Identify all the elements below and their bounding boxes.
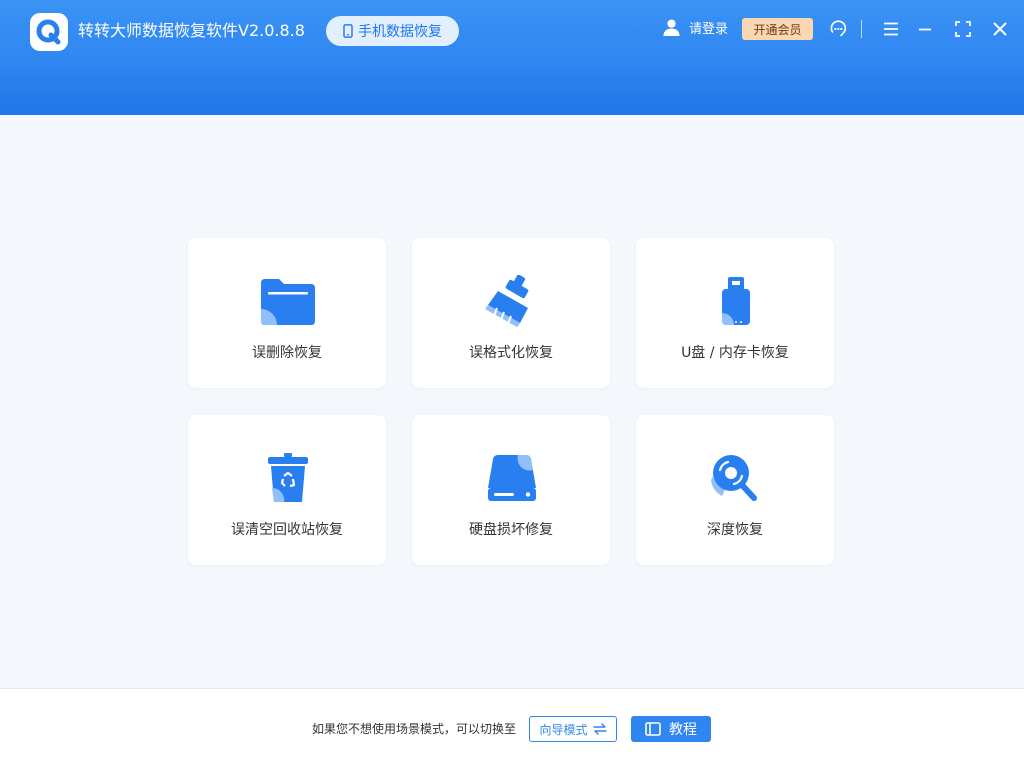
card-label: 误删除恢复 — [252, 345, 322, 361]
card-label: 深度恢复 — [707, 522, 763, 538]
card-label: 误格式化恢复 — [469, 345, 553, 361]
card-label: 硬盘损坏修复 — [469, 522, 553, 538]
title-bar-divider — [861, 20, 862, 38]
guide-mode-button[interactable]: 向导模式 — [529, 716, 617, 742]
book-icon — [645, 722, 661, 736]
tutorial-label: 教程 — [669, 722, 697, 738]
support-icon[interactable] — [827, 18, 849, 40]
phone-icon — [343, 24, 353, 38]
hard-disk-icon — [484, 452, 540, 504]
login-button[interactable]: 请登录 — [662, 18, 728, 37]
folder-icon — [260, 275, 316, 327]
close-icon[interactable] — [989, 18, 1011, 40]
switch-arrows-icon — [592, 723, 607, 735]
app-title: 转转大师数据恢复软件V2.0.8.8 — [78, 21, 305, 40]
card-deep-recovery[interactable]: 深度恢复 — [636, 415, 834, 565]
card-recycle-bin-recovery[interactable]: 误清空回收站恢复 — [188, 415, 386, 565]
card-deleted-recovery[interactable]: 误删除恢复 — [188, 238, 386, 388]
app-logo-icon — [30, 13, 68, 51]
recovery-mode-grid: 误删除恢复 误格式化恢复 U盘 / 内存卡恢复 误清空回收站恢复 硬盘损坏修复 … — [188, 238, 834, 565]
card-format-recovery[interactable]: 误格式化恢复 — [412, 238, 610, 388]
mobile-data-recovery-button[interactable]: 手机数据恢复 — [326, 16, 459, 46]
card-label: U盘 / 内存卡恢复 — [681, 345, 789, 361]
card-usb-sdcard-recovery[interactable]: U盘 / 内存卡恢复 — [636, 238, 834, 388]
tutorial-button[interactable]: 教程 — [631, 716, 711, 742]
footer-bar: 如果您不想使用场景模式，可以切换至 向导模式 教程 — [0, 688, 1024, 768]
menu-icon[interactable] — [880, 18, 902, 40]
mobile-data-recovery-label: 手机数据恢复 — [358, 24, 442, 40]
card-label: 误清空回收站恢复 — [231, 522, 343, 538]
usb-drive-icon — [708, 275, 764, 327]
login-label: 请登录 — [689, 22, 729, 37]
minimize-icon[interactable] — [914, 18, 936, 40]
deep-scan-icon — [708, 452, 764, 504]
guide-mode-label: 向导模式 — [539, 722, 588, 737]
title-bar: 转转大师数据恢复软件V2.0.8.8 手机数据恢复 请登录 开通会员 — [0, 0, 1024, 115]
vip-button[interactable]: 开通会员 — [742, 18, 813, 40]
switch-mode-hint: 如果您不想使用场景模式，可以切换至 — [312, 722, 517, 736]
card-disk-repair[interactable]: 硬盘损坏修复 — [412, 415, 610, 565]
maximize-icon[interactable] — [952, 18, 974, 40]
recycle-bin-icon — [260, 452, 316, 504]
broom-icon — [484, 275, 540, 327]
user-icon — [663, 19, 680, 37]
